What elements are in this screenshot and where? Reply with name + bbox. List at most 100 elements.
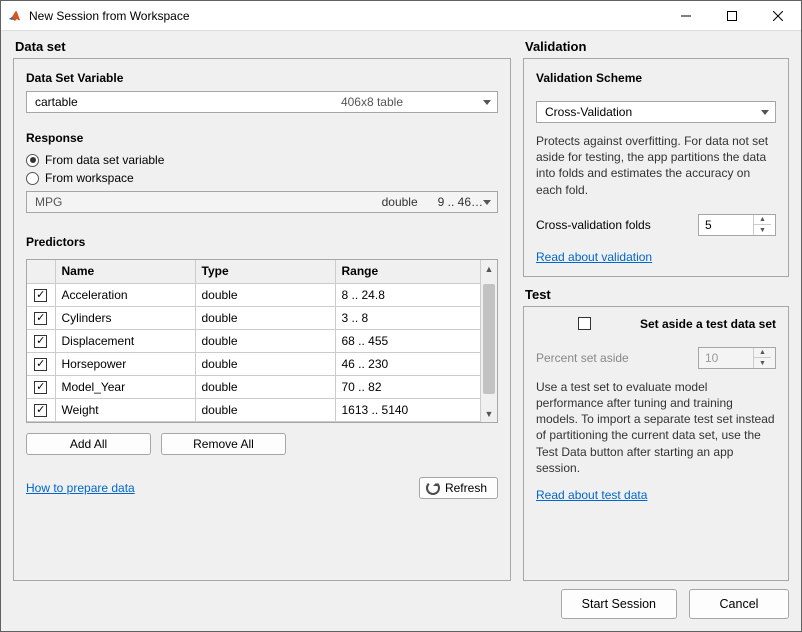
predictors-table: Name Type Range Accelerationdouble8 .. 2… [26, 259, 498, 423]
dataset-heading: Data set [15, 39, 511, 54]
predictor-type: double [195, 398, 335, 421]
validation-panel: Validation Scheme Cross-Validation Prote… [523, 58, 789, 277]
checkbox-icon[interactable] [34, 381, 47, 394]
chevron-down-icon [761, 110, 769, 115]
minimize-button[interactable] [663, 1, 709, 31]
folds-label: Cross-validation folds [536, 218, 688, 232]
predictor-range: 3 .. 8 [335, 306, 480, 329]
response-label: Response [26, 131, 498, 145]
radio-icon [26, 154, 39, 167]
checkbox-icon[interactable] [34, 289, 47, 302]
predictor-range: 68 .. 455 [335, 329, 480, 352]
close-button[interactable] [755, 1, 801, 31]
predictor-type: double [195, 283, 335, 306]
predictor-type: double [195, 375, 335, 398]
maximize-button[interactable] [709, 1, 755, 31]
predictors-label: Predictors [26, 235, 498, 249]
response-range: 9 .. 46… [438, 195, 483, 209]
validation-heading: Validation [525, 39, 789, 54]
predictor-name: Acceleration [55, 283, 195, 306]
predictor-range: 8 .. 24.8 [335, 283, 480, 306]
test-panel: Set aside a test data set Percent set as… [523, 306, 789, 581]
refresh-button[interactable]: Refresh [419, 477, 498, 499]
set-aside-label: Set aside a test data set [640, 317, 776, 331]
remove-all-button[interactable]: Remove All [161, 433, 286, 455]
read-about-validation-link[interactable]: Read about validation [536, 250, 652, 264]
test-heading: Test [525, 287, 789, 302]
predictor-name: Model_Year [55, 375, 195, 398]
col-type[interactable]: Type [195, 260, 335, 283]
radio-icon [26, 172, 39, 185]
maximize-icon [727, 11, 737, 21]
refresh-icon [426, 481, 440, 495]
percent-label: Percent set aside [536, 351, 688, 365]
scrollbar-thumb[interactable] [483, 284, 495, 394]
predictor-type: double [195, 329, 335, 352]
chevron-down-icon [483, 100, 491, 105]
radio-from-dsv[interactable]: From data set variable [26, 153, 498, 167]
spin-down-icon[interactable]: ▼ [754, 225, 771, 235]
spin-down-icon: ▼ [754, 358, 771, 368]
predictor-type: double [195, 306, 335, 329]
radio-from-workspace-label: From workspace [45, 171, 134, 185]
minimize-icon [681, 11, 691, 21]
col-range[interactable]: Range [335, 260, 480, 283]
validation-description: Protects against overfitting. For data n… [536, 133, 776, 198]
predictor-range: 70 .. 82 [335, 375, 480, 398]
cancel-button[interactable]: Cancel [689, 589, 789, 619]
predictor-name: Cylinders [55, 306, 195, 329]
start-session-button[interactable]: Start Session [561, 589, 677, 619]
table-header-row: Name Type Range [27, 260, 480, 283]
table-row[interactable]: Cylindersdouble3 .. 8 [27, 306, 480, 329]
table-row[interactable]: Accelerationdouble8 .. 24.8 [27, 283, 480, 306]
radio-from-workspace[interactable]: From workspace [26, 171, 498, 185]
titlebar: New Session from Workspace [1, 1, 801, 31]
predictor-range: 1613 .. 5140 [335, 398, 480, 421]
checkbox-icon [578, 317, 591, 330]
percent-input [699, 351, 753, 365]
scrollbar[interactable]: ▲ ▼ [480, 260, 497, 422]
checkbox-icon[interactable] [34, 312, 47, 325]
add-all-button[interactable]: Add All [26, 433, 151, 455]
response-type: double [382, 195, 418, 209]
chevron-down-icon [483, 200, 491, 205]
dialog-window: New Session from Workspace Data set Data… [0, 0, 802, 632]
predictor-name: Displacement [55, 329, 195, 352]
scroll-down-icon: ▼ [481, 405, 497, 422]
dsv-label: Data Set Variable [26, 71, 498, 85]
dialog-content: Data set Data Set Variable cartable 406x… [1, 31, 801, 631]
predictor-name: Horsepower [55, 352, 195, 375]
scroll-up-icon: ▲ [481, 260, 497, 277]
spin-up-icon: ▲ [754, 348, 771, 359]
folds-spinner[interactable]: ▲ ▼ [698, 214, 776, 236]
response-variable-select[interactable]: MPG double 9 .. 46… [26, 191, 498, 213]
table-row[interactable]: Model_Yeardouble70 .. 82 [27, 375, 480, 398]
table-row[interactable]: Weightdouble1613 .. 5140 [27, 398, 480, 421]
dialog-footer: Start Session Cancel [13, 581, 789, 619]
validation-scheme-select[interactable]: Cross-Validation [536, 101, 776, 123]
response-value: MPG [35, 195, 62, 209]
set-aside-checkbox-row[interactable]: Set aside a test data set [536, 317, 776, 331]
matlab-logo-icon [7, 8, 23, 24]
how-to-prepare-link[interactable]: How to prepare data [26, 481, 135, 495]
radio-from-dsv-label: From data set variable [45, 153, 164, 167]
checkbox-icon[interactable] [34, 404, 47, 417]
close-icon [773, 11, 783, 21]
dataset-variable-select[interactable]: cartable 406x8 table [26, 91, 498, 113]
dsv-info: 406x8 table [341, 95, 403, 109]
predictor-type: double [195, 352, 335, 375]
window-title: New Session from Workspace [29, 9, 190, 23]
read-about-test-link[interactable]: Read about test data [536, 488, 647, 502]
checkbox-icon[interactable] [34, 335, 47, 348]
checkbox-icon[interactable] [34, 358, 47, 371]
folds-input[interactable] [699, 218, 753, 232]
table-row[interactable]: Horsepowerdouble46 .. 230 [27, 352, 480, 375]
col-name[interactable]: Name [55, 260, 195, 283]
dsv-value: cartable [35, 95, 78, 109]
test-description: Use a test set to evaluate model perform… [536, 379, 776, 476]
table-row[interactable]: Displacementdouble68 .. 455 [27, 329, 480, 352]
predictor-range: 46 .. 230 [335, 352, 480, 375]
validation-scheme-label: Validation Scheme [536, 71, 776, 85]
spin-up-icon[interactable]: ▲ [754, 215, 771, 226]
percent-spinner: ▲ ▼ [698, 347, 776, 369]
